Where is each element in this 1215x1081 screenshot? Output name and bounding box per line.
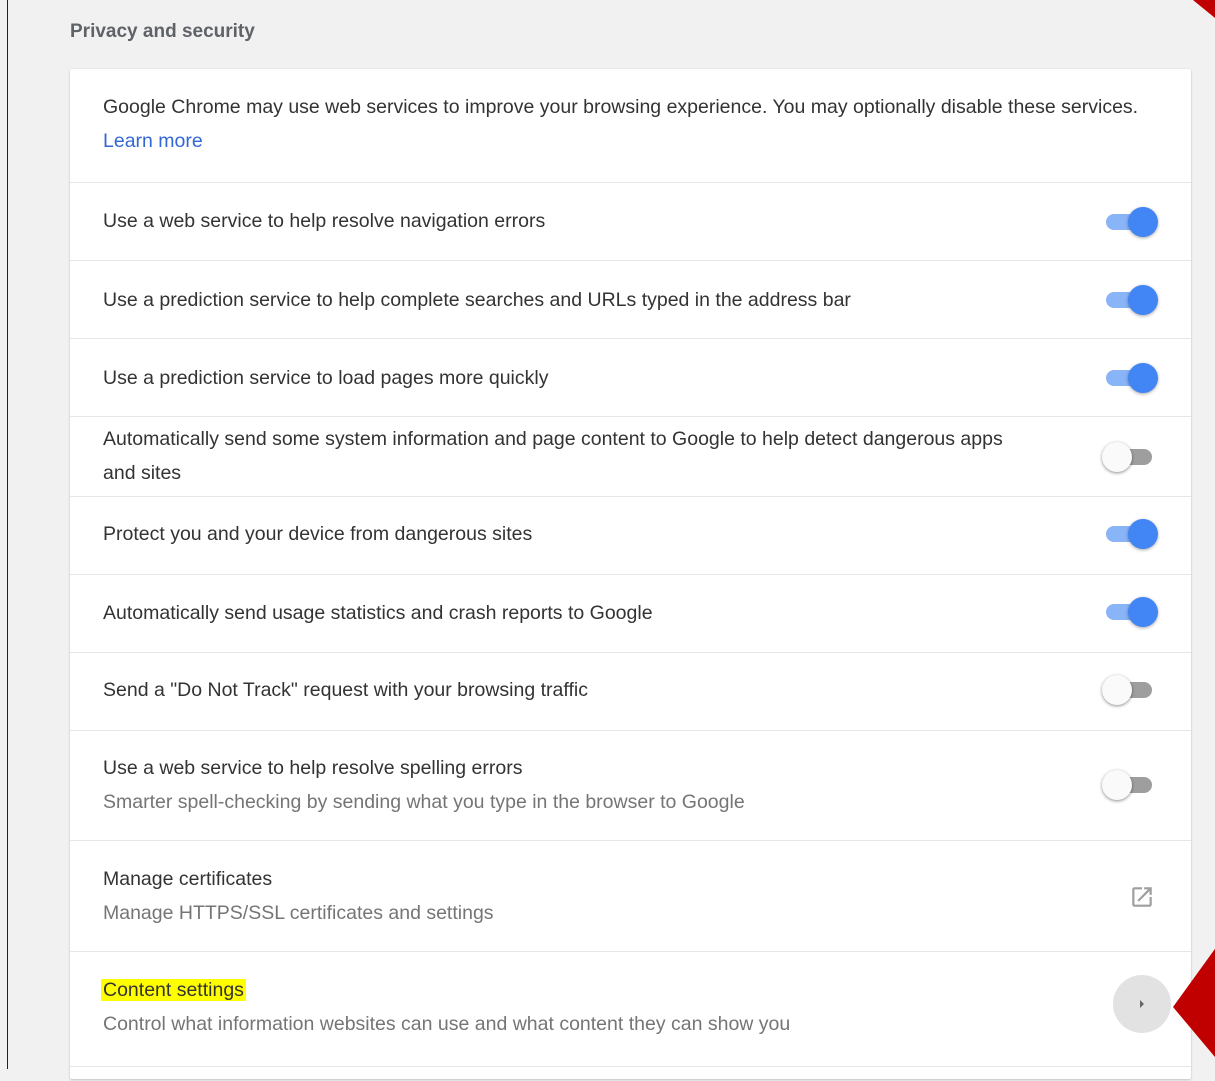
toggle-knob — [1102, 675, 1132, 705]
certificates-sublabel: Manage HTTPS/SSL certificates and settin… — [103, 902, 494, 924]
manage-certificates-row[interactable]: Manage certificates Manage HTTPS/SSL cer… — [70, 840, 1191, 952]
annotation-arrow-top — [1193, 0, 1215, 18]
dangerous-sites-toggle[interactable] — [1102, 518, 1158, 549]
toggle-knob — [1128, 207, 1158, 237]
section-title: Privacy and security — [70, 21, 255, 42]
safe-browsing-reporting-toggle[interactable] — [1102, 441, 1156, 472]
toggle-row-usage-statistics[interactable]: Automatically send usage statistics and … — [70, 574, 1191, 653]
toggle-row-dangerous-sites[interactable]: Protect you and your device from dangero… — [70, 496, 1191, 575]
learn-more-link[interactable]: Learn more — [103, 130, 203, 152]
toggle-label: Automatically send usage statistics and … — [103, 602, 653, 624]
toggle-label: Use a web service to help resolve spelli… — [103, 757, 523, 779]
toggle-knob — [1102, 770, 1132, 800]
toggle-knob — [1128, 597, 1158, 627]
intro-description: Google Chrome may use web services to im… — [103, 96, 1139, 118]
toggle-knob — [1128, 519, 1158, 549]
external-link-icon[interactable] — [1129, 884, 1155, 910]
toggle-label: Protect you and your device from dangero… — [103, 523, 533, 545]
do-not-track-toggle[interactable] — [1102, 674, 1156, 705]
toggle-label: Use a prediction service to help complet… — [103, 289, 851, 311]
content-settings-open-button[interactable] — [1113, 975, 1171, 1033]
toggle-label: Automatically send some system informati… — [103, 428, 1003, 484]
content-settings-label-wrap: Content settings — [101, 973, 1031, 1007]
toggle-row-do-not-track[interactable]: Send a "Do Not Track" request with your … — [70, 652, 1191, 731]
annotation-arrow — [1173, 948, 1215, 1058]
toggle-sublabel: Smarter spell-checking by sending what y… — [103, 791, 745, 813]
content-settings-sublabel: Control what information websites can us… — [103, 1013, 791, 1035]
content-settings-row[interactable]: Content settings Control what informatio… — [70, 951, 1191, 1080]
navigation-errors-toggle[interactable] — [1102, 206, 1158, 237]
privacy-settings-card: Google Chrome may use web services to im… — [70, 69, 1191, 1079]
toggle-knob — [1128, 285, 1158, 315]
toggle-row-search-prediction[interactable]: Use a prediction service to help complet… — [70, 260, 1191, 339]
toggle-label: Send a "Do Not Track" request with your … — [103, 679, 588, 701]
toggle-row-spelling-service[interactable]: Use a web service to help resolve spelli… — [70, 730, 1191, 841]
toggle-row-navigation-errors[interactable]: Use a web service to help resolve naviga… — [70, 182, 1191, 261]
intro-text: Google Chrome may use web services to im… — [103, 90, 1151, 158]
usage-statistics-toggle[interactable] — [1102, 596, 1158, 627]
spelling-service-toggle[interactable] — [1102, 769, 1156, 800]
toggle-label: Use a prediction service to load pages m… — [103, 367, 549, 389]
toggle-row-page-prediction[interactable]: Use a prediction service to load pages m… — [70, 338, 1191, 417]
intro-row: Google Chrome may use web services to im… — [70, 69, 1191, 182]
chevron-right-icon — [1140, 1000, 1144, 1008]
toggle-knob — [1128, 363, 1158, 393]
next-row-edge — [70, 1066, 1191, 1081]
certificates-label: Manage certificates — [103, 868, 273, 890]
search-prediction-toggle[interactable] — [1102, 284, 1158, 315]
toggle-row-safe-browsing-reporting[interactable]: Automatically send some system informati… — [70, 416, 1191, 497]
content-settings-label: Content settings — [101, 979, 246, 1001]
toggle-label: Use a web service to help resolve naviga… — [103, 210, 546, 232]
page-prediction-toggle[interactable] — [1102, 362, 1158, 393]
toggle-knob — [1102, 442, 1132, 472]
